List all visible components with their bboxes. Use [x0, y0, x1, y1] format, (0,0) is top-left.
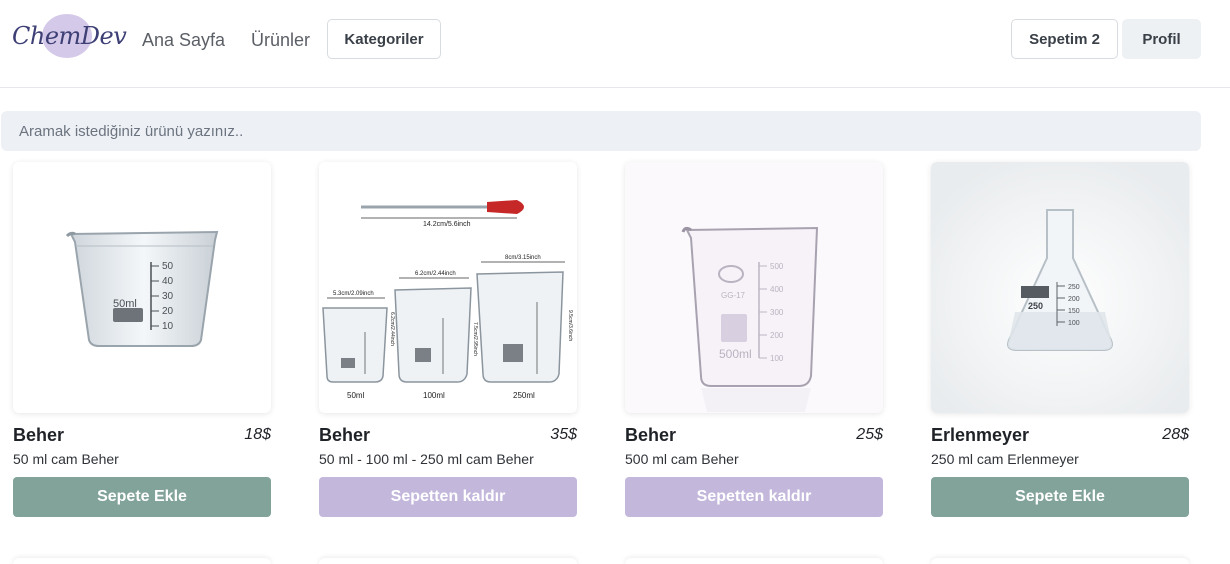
graduation-label: 100: [770, 354, 784, 363]
brand-label: GG-17: [721, 291, 746, 300]
beaker-width-dimension: 8cm/3.15inch: [505, 255, 541, 261]
top-navbar: ChemDev Ana Sayfa Ürünler Kategoriler Se…: [0, 0, 1230, 88]
graduation-label: 400: [770, 285, 784, 294]
product-price: 28$: [1162, 426, 1189, 443]
product-title[interactable]: Beher: [625, 425, 676, 446]
product-image[interactable]: 50ml 50 40 30 20 10: [13, 162, 271, 413]
graduation-label: 200: [770, 331, 784, 340]
categories-button[interactable]: Kategoriler: [327, 19, 441, 59]
beaker-label: 250ml: [513, 391, 535, 400]
beaker-height-dimension: 9.5cm/3.6inch: [567, 310, 573, 341]
graduation-label: 50: [162, 261, 174, 272]
beaker-height-dimension: 7.5cm/2.95inch: [472, 322, 478, 356]
remove-from-cart-button[interactable]: Sepetten kaldır: [625, 477, 883, 517]
profile-button[interactable]: Profil: [1122, 19, 1201, 59]
product-card: [13, 558, 271, 564]
beaker-width-dimension: 6.2cm/2.44inch: [415, 271, 456, 277]
graduation-label: 300: [770, 308, 784, 317]
graduation-label: 30: [162, 291, 174, 302]
graduation-label: 100: [1068, 320, 1080, 327]
volume-label: 500ml: [719, 347, 752, 361]
product-price: 18$: [244, 426, 271, 443]
graduation-label: 150: [1068, 308, 1080, 315]
add-to-cart-button[interactable]: Sepete Ekle: [931, 477, 1189, 517]
product-card: [931, 558, 1189, 564]
beaker-label: 50ml: [347, 391, 365, 400]
volume-label: 250: [1028, 301, 1043, 311]
beaker-label: 100ml: [423, 391, 445, 400]
product-image[interactable]: GG-17 500ml 500 400 300 200 100: [625, 162, 883, 413]
graduation-label: 200: [1068, 296, 1080, 303]
remove-from-cart-button[interactable]: Sepetten kaldır: [319, 477, 577, 517]
logo[interactable]: ChemDev: [12, 14, 127, 60]
graduation-label: 20: [162, 306, 174, 317]
product-card: 50ml 50 40 30 20 10 Beher 18$ 50 ml cam Behe…: [13, 162, 271, 517]
product-description: 50 ml - 100 ml - 250 ml cam Beher: [319, 451, 534, 467]
product-card: 14.2cm/5.6inch 5.3cm/2.09inch 50ml 6.2cm…: [319, 162, 577, 517]
product-title[interactable]: Beher: [319, 425, 370, 446]
search-input[interactable]: [1, 111, 1201, 151]
graduation-label: 10: [162, 321, 174, 332]
product-description: 500 ml cam Beher: [625, 451, 739, 467]
product-title[interactable]: Erlenmeyer: [931, 425, 1029, 446]
product-card: [319, 558, 577, 564]
product-card: GG-17 500ml 500 400 300 200 100 Beher 25$ 50…: [625, 162, 883, 517]
cart-button[interactable]: Sepetim 2: [1011, 19, 1118, 59]
label-patch: [113, 308, 143, 322]
product-image[interactable]: 14.2cm/5.6inch 5.3cm/2.09inch 50ml 6.2cm…: [319, 162, 577, 413]
product-price: 25$: [856, 426, 883, 443]
product-title[interactable]: Beher: [13, 425, 64, 446]
nav-home-link[interactable]: Ana Sayfa: [142, 30, 225, 51]
product-image[interactable]: 250 250 200 150 100: [931, 162, 1189, 413]
graduation-label: 500: [770, 262, 784, 271]
product-description: 50 ml cam Beher: [13, 451, 119, 467]
product-price: 35$: [550, 426, 577, 443]
volume-label: 50ml: [113, 298, 137, 310]
add-to-cart-button[interactable]: Sepete Ekle: [13, 477, 271, 517]
product-card: 250 250 200 150 100 Erlenmeyer 28$ 250 ml c…: [931, 162, 1189, 517]
logo-text: ChemDev: [12, 22, 127, 50]
beaker-height-dimension: 6.2cm/2.44inch: [389, 312, 395, 346]
nav-products-link[interactable]: Ürünler: [251, 30, 310, 51]
product-card: [625, 558, 883, 564]
pipette-dimension: 14.2cm/5.6inch: [423, 221, 471, 228]
graduation-label: 40: [162, 276, 174, 287]
product-description: 250 ml cam Erlenmeyer: [931, 451, 1079, 467]
beaker-width-dimension: 5.3cm/2.09inch: [333, 291, 374, 297]
graduation-label: 250: [1068, 284, 1080, 291]
